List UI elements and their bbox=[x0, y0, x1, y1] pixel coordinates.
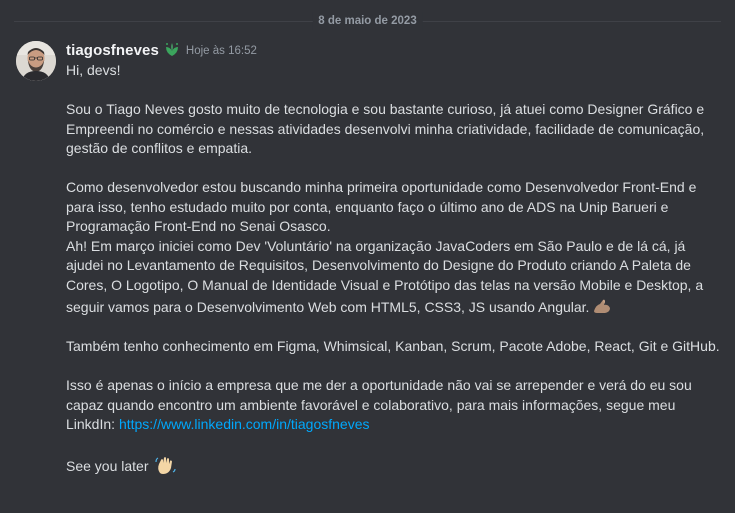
nitro-leaf-badge-icon[interactable] bbox=[163, 41, 181, 59]
message-paragraph-goal: Como desenvolvedor estou buscando minha … bbox=[66, 179, 701, 234]
message-header: tiagosfneves Hoje às 16:52 bbox=[66, 39, 257, 61]
message-greeting: Hi, devs! bbox=[66, 62, 121, 78]
message-paragraph-closing: Isso é apenas o início a empresa que me … bbox=[66, 376, 721, 435]
date-divider-label: 8 de maio de 2023 bbox=[312, 12, 423, 30]
avatar[interactable] bbox=[16, 41, 56, 81]
message-signoff-text: See you later bbox=[66, 458, 149, 474]
message-signoff: See you later bbox=[66, 454, 721, 477]
waving-hand-emoji-icon[interactable] bbox=[154, 454, 176, 476]
message-paragraph-volunteer: Ah! Em março iniciei como Dev 'Voluntári… bbox=[66, 237, 721, 318]
message-timestamp[interactable]: Hoje às 16:52 bbox=[186, 45, 257, 57]
message-content: Hi, devs! Sou o Tiago Neves gosto muito … bbox=[66, 61, 721, 477]
linkedin-link[interactable]: https://www.linkedin.com/in/tiagosfneves bbox=[119, 416, 370, 432]
username[interactable]: tiagosfneves bbox=[66, 42, 159, 59]
muscle-emoji-icon[interactable] bbox=[591, 295, 613, 317]
chat-view: 8 de maio de 2023 tiagosfneves Hoje às 1… bbox=[0, 0, 735, 513]
avatar-image bbox=[16, 41, 56, 81]
message-paragraph-intro: Sou o Tiago Neves gosto muito de tecnolo… bbox=[66, 101, 709, 156]
message-paragraph-skills: Também tenho conhecimento em Figma, Whim… bbox=[66, 338, 720, 354]
